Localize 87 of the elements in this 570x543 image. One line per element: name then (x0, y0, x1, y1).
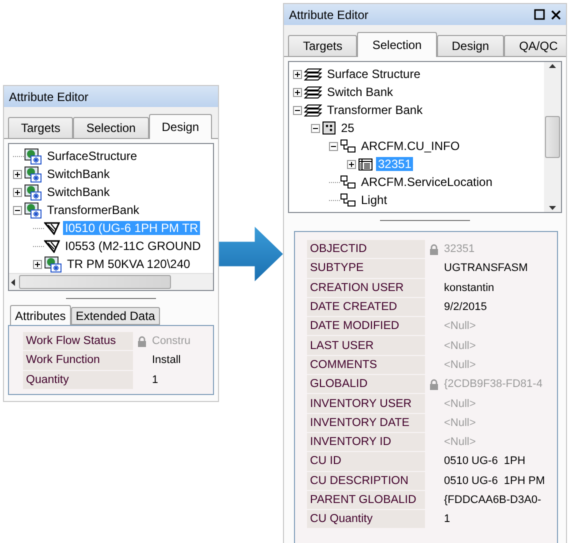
attribute-name: COMMENTS (307, 356, 425, 374)
attribute-name: Work Function (23, 351, 133, 370)
relationship-icon (340, 193, 356, 207)
attribute-value[interactable]: UGTRANSFASM (443, 259, 557, 278)
feature-globe-icon (24, 202, 42, 218)
padlock-icon (429, 244, 439, 255)
attribute-name: OBJECTID (307, 240, 425, 258)
tree-item[interactable]: I0553 (M2-11C GROUND (63, 239, 203, 253)
unit-flag-icon (44, 221, 60, 235)
tab[interactable]: Design (436, 35, 504, 56)
attribute-value[interactable]: 9/2/2015 (443, 298, 557, 316)
attribute-name: DATE CREATED (307, 298, 425, 316)
attribute-name: Quantity (23, 370, 133, 389)
attribute-name: INVENTORY USER (307, 394, 425, 413)
attribute-value[interactable]: {FDDCAA6B-D3A0- (443, 490, 557, 510)
tab[interactable]: Targets (288, 35, 358, 56)
tree-item[interactable]: SurfaceStructure (45, 149, 140, 163)
collapse-icon[interactable] (329, 142, 338, 150)
attribute-name: SUBTYPE (307, 259, 425, 278)
attribute-value[interactable]: 0510 UG-6 1PH PM (443, 472, 557, 490)
scroll-down-icon[interactable] (549, 206, 556, 210)
expand-icon[interactable] (13, 170, 22, 178)
layers-icon (304, 85, 322, 99)
tree-item[interactable]: SwitchBank (45, 185, 112, 199)
tree-item[interactable]: ARCFM.ServiceLocation (359, 175, 494, 189)
collapse-icon[interactable] (311, 124, 320, 132)
tree-item[interactable]: Transformer Bank (325, 103, 425, 117)
maximize-icon[interactable] (534, 9, 545, 20)
collapse-icon[interactable] (293, 106, 302, 114)
attribute-value[interactable]: 1 (443, 510, 557, 528)
expand-icon[interactable] (293, 70, 302, 78)
right-arrow-drawing (219, 225, 283, 283)
layers-icon (304, 103, 322, 117)
padlock-icon (429, 378, 439, 390)
attribute-name: CU DESCRIPTION (307, 472, 425, 490)
attribute-name: CREATION USER (307, 278, 425, 297)
attribute-value[interactable]: 1 (151, 370, 213, 389)
expand-icon[interactable] (33, 260, 42, 268)
close-icon[interactable] (551, 10, 561, 20)
tab[interactable]: Design (148, 114, 212, 139)
attribute-name: INVENTORY ID (307, 432, 425, 452)
attribute-name: CU Quantity (307, 510, 425, 528)
tab[interactable]: Selection (357, 32, 437, 57)
attribute-name: DATE MODIFIED (307, 317, 425, 336)
scroll-left-icon[interactable] (11, 278, 15, 286)
scroll-up-icon[interactable] (549, 64, 556, 68)
attribute-name: PARENT GLOBALID (307, 490, 425, 510)
window-title: Attribute Editor (9, 90, 88, 104)
vertical-scrollbar[interactable] (544, 62, 561, 212)
tree-item[interactable]: Switch Bank (325, 85, 396, 99)
attribute-value[interactable]: konstantin (443, 278, 557, 297)
expand-icon[interactable] (13, 188, 22, 196)
tree-item[interactable]: SwitchBank (45, 167, 112, 181)
expand-icon[interactable] (293, 88, 302, 96)
tree-item[interactable]: 25 (339, 121, 356, 135)
tree-item[interactable]: TransformerBank (45, 203, 142, 217)
window-title: Attribute Editor (289, 8, 368, 22)
attribute-name: CU ID (307, 452, 425, 471)
tab[interactable]: QA/QC (504, 35, 566, 56)
attribute-value[interactable]: Install (151, 351, 213, 370)
feature-globe-icon (24, 148, 42, 164)
layers-icon (304, 67, 322, 81)
tree-item[interactable]: TR PM 50KVA 120\240 (65, 257, 192, 271)
tab[interactable]: Extended Data (70, 307, 160, 325)
attribute-name: INVENTORY DATE (307, 414, 425, 432)
relationship-icon (340, 139, 356, 153)
tab[interactable]: Targets (8, 117, 74, 138)
collapse-icon[interactable] (13, 206, 22, 214)
tab[interactable]: Selection (73, 117, 149, 138)
tree-item[interactable]: ARCFM.CU_INFO (359, 139, 462, 153)
feature-icon (322, 121, 336, 135)
attribute-name: LAST USER (307, 336, 425, 355)
attribute-name: GLOBALID (307, 375, 425, 394)
table-icon (358, 158, 373, 170)
attribute-value[interactable]: 0510 UG-6 1PH (443, 452, 557, 471)
horizontal-scrollbar[interactable] (9, 273, 213, 290)
tree-item[interactable]: Light (359, 193, 390, 207)
feature-globe-icon (24, 184, 42, 200)
padlock-icon (137, 336, 147, 347)
unit-flag-icon (44, 239, 60, 253)
attribute-name: Work Flow Status (23, 332, 133, 350)
tree-item[interactable]: Surface Structure (325, 67, 422, 81)
feature-globe-icon (44, 256, 62, 272)
tab[interactable]: Attributes (10, 305, 71, 325)
feature-globe-icon (24, 166, 42, 182)
relationship-icon (340, 175, 356, 189)
expand-icon[interactable] (347, 160, 356, 168)
